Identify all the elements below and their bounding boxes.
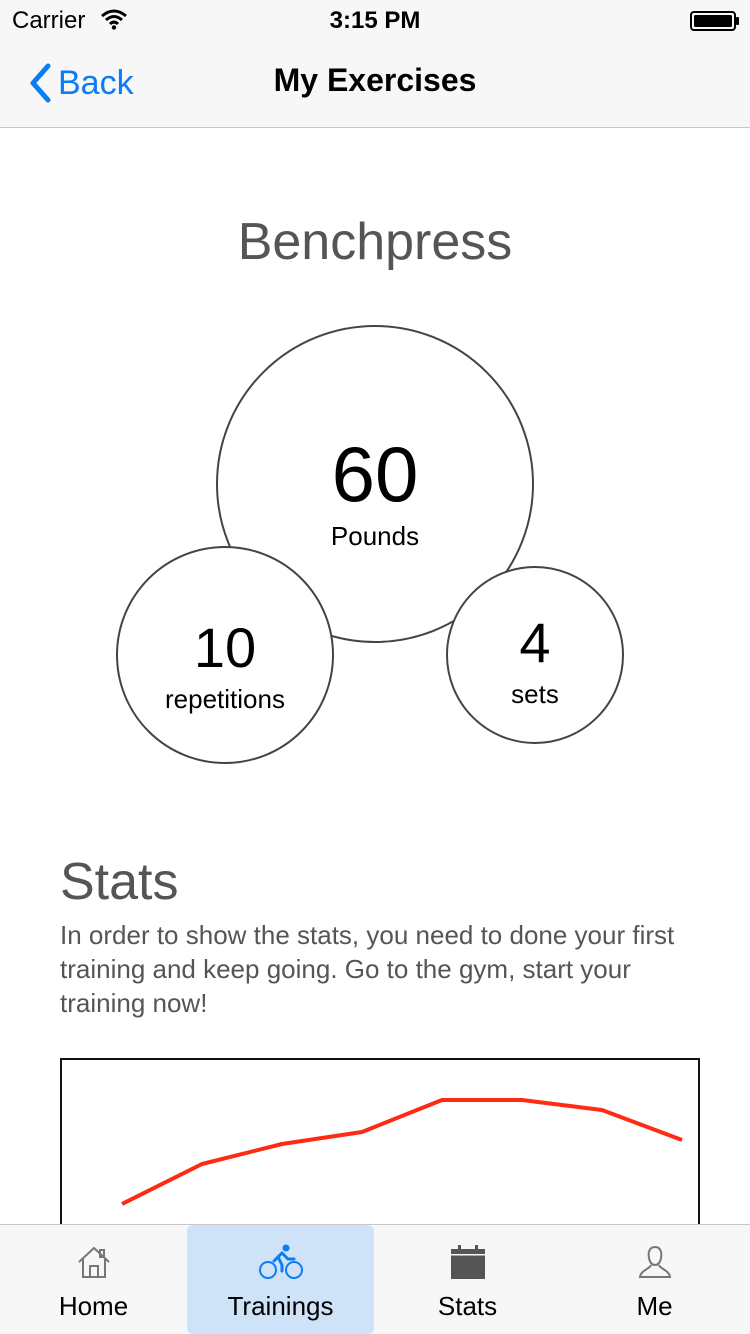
exercise-title: Benchpress xyxy=(237,213,513,271)
home-icon xyxy=(76,1241,112,1283)
chart-series-line xyxy=(121,1098,683,1206)
sets-circle: 4 sets xyxy=(446,566,624,744)
stats-line-chart xyxy=(121,1098,683,1206)
page-title: My Exercises xyxy=(273,62,477,98)
tab-me-label: Me xyxy=(636,1291,673,1321)
status-bar: Carrier 3:15 PM xyxy=(0,0,750,40)
bicycle-icon xyxy=(258,1241,304,1283)
repetitions-value: 10 xyxy=(193,615,257,679)
stats-heading: Stats xyxy=(60,853,179,911)
sets-value: 4 xyxy=(519,610,551,674)
sets-unit: sets xyxy=(511,678,559,709)
tab-home[interactable]: Home xyxy=(0,1225,187,1334)
repetitions-unit: repetitions xyxy=(165,683,285,714)
tab-bar: Home Trainings Stats Me xyxy=(0,1224,750,1334)
repetitions-circle: 10 repetitions xyxy=(116,546,334,764)
stats-chart xyxy=(60,1058,700,1224)
tab-trainings-label: Trainings xyxy=(227,1291,334,1321)
calendar-icon xyxy=(450,1241,486,1283)
tab-stats-label: Stats xyxy=(437,1291,498,1321)
weight-unit: Pounds xyxy=(330,520,420,551)
status-time: 3:15 PM xyxy=(329,7,421,34)
tab-me[interactable]: Me xyxy=(561,1225,748,1334)
weight-value: 60 xyxy=(331,429,419,518)
navigation-bar: Back My Exercises xyxy=(0,40,750,128)
tab-stats[interactable]: Stats xyxy=(374,1225,561,1334)
battery-icon xyxy=(690,10,740,38)
stats-message: In order to show the stats, you need to … xyxy=(60,920,675,1018)
tab-home-label: Home xyxy=(58,1291,129,1321)
person-icon xyxy=(638,1241,672,1283)
tab-trainings[interactable]: Trainings xyxy=(187,1225,374,1334)
